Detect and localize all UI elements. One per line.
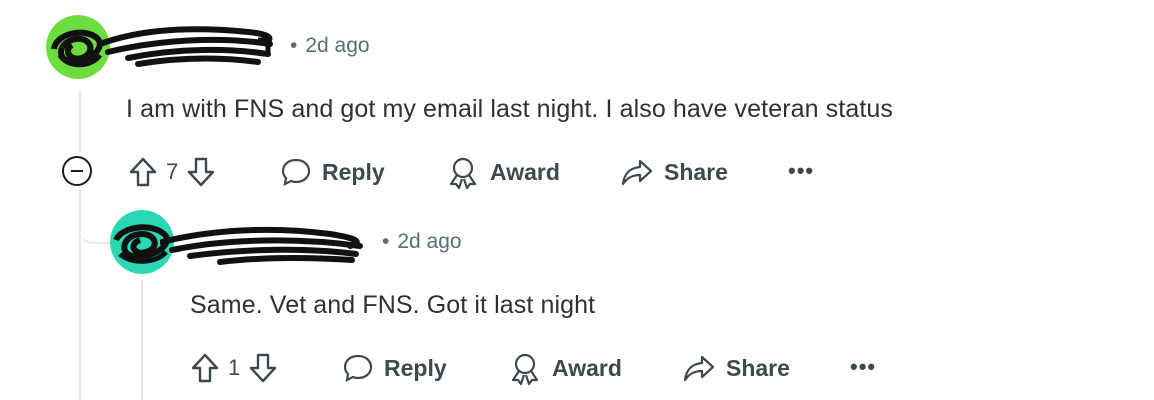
reply-button[interactable]: Reply bbox=[280, 152, 385, 192]
redacted-username bbox=[98, 26, 273, 67]
thread-line-parent bbox=[79, 90, 81, 152]
vote-group: 7 bbox=[128, 152, 216, 192]
reply-icon bbox=[281, 158, 311, 186]
award-button[interactable]: Award bbox=[508, 348, 622, 388]
share-label: Share bbox=[726, 354, 790, 381]
share-label: Share bbox=[664, 158, 728, 185]
upvote-icon[interactable] bbox=[128, 156, 158, 188]
award-icon bbox=[511, 353, 539, 385]
award-label: Award bbox=[490, 158, 560, 185]
vote-count: 1 bbox=[228, 355, 241, 380]
more-options-button[interactable]: ••• bbox=[850, 354, 876, 380]
share-button[interactable]: Share bbox=[682, 348, 790, 388]
meta-separator: • bbox=[290, 34, 298, 57]
award-icon bbox=[449, 157, 477, 189]
downvote-icon[interactable] bbox=[248, 352, 278, 384]
share-button[interactable]: Share bbox=[620, 152, 728, 192]
redacted-username bbox=[160, 226, 363, 265]
share-icon bbox=[621, 159, 653, 186]
comment-timestamp[interactable]: 2d ago bbox=[305, 34, 369, 57]
downvote-icon[interactable] bbox=[186, 156, 216, 188]
reply-button[interactable]: Reply bbox=[342, 348, 447, 388]
comment-body: Same. Vet and FNS. Got it last night bbox=[190, 291, 596, 319]
comment-meta: • 2d ago bbox=[382, 230, 462, 254]
reply-icon bbox=[343, 354, 373, 382]
award-label: Award bbox=[552, 354, 622, 381]
share-icon bbox=[683, 355, 715, 382]
thread-elbow bbox=[79, 190, 113, 244]
upvote-icon[interactable] bbox=[190, 352, 220, 384]
reply-label: Reply bbox=[384, 354, 447, 381]
meta-separator: • bbox=[382, 230, 390, 253]
comment-body: I am with FNS and got my email last nigh… bbox=[126, 95, 893, 123]
award-button[interactable]: Award bbox=[446, 152, 560, 192]
comment-timestamp[interactable]: 2d ago bbox=[397, 230, 461, 253]
thread-line-child bbox=[141, 280, 143, 400]
comment-meta: • 2d ago bbox=[290, 34, 370, 58]
more-options-button[interactable]: ••• bbox=[788, 158, 814, 184]
vote-group: 1 bbox=[190, 348, 278, 388]
collapse-thread-button[interactable] bbox=[62, 156, 92, 186]
reply-label: Reply bbox=[322, 158, 385, 185]
vote-count: 7 bbox=[166, 159, 179, 184]
